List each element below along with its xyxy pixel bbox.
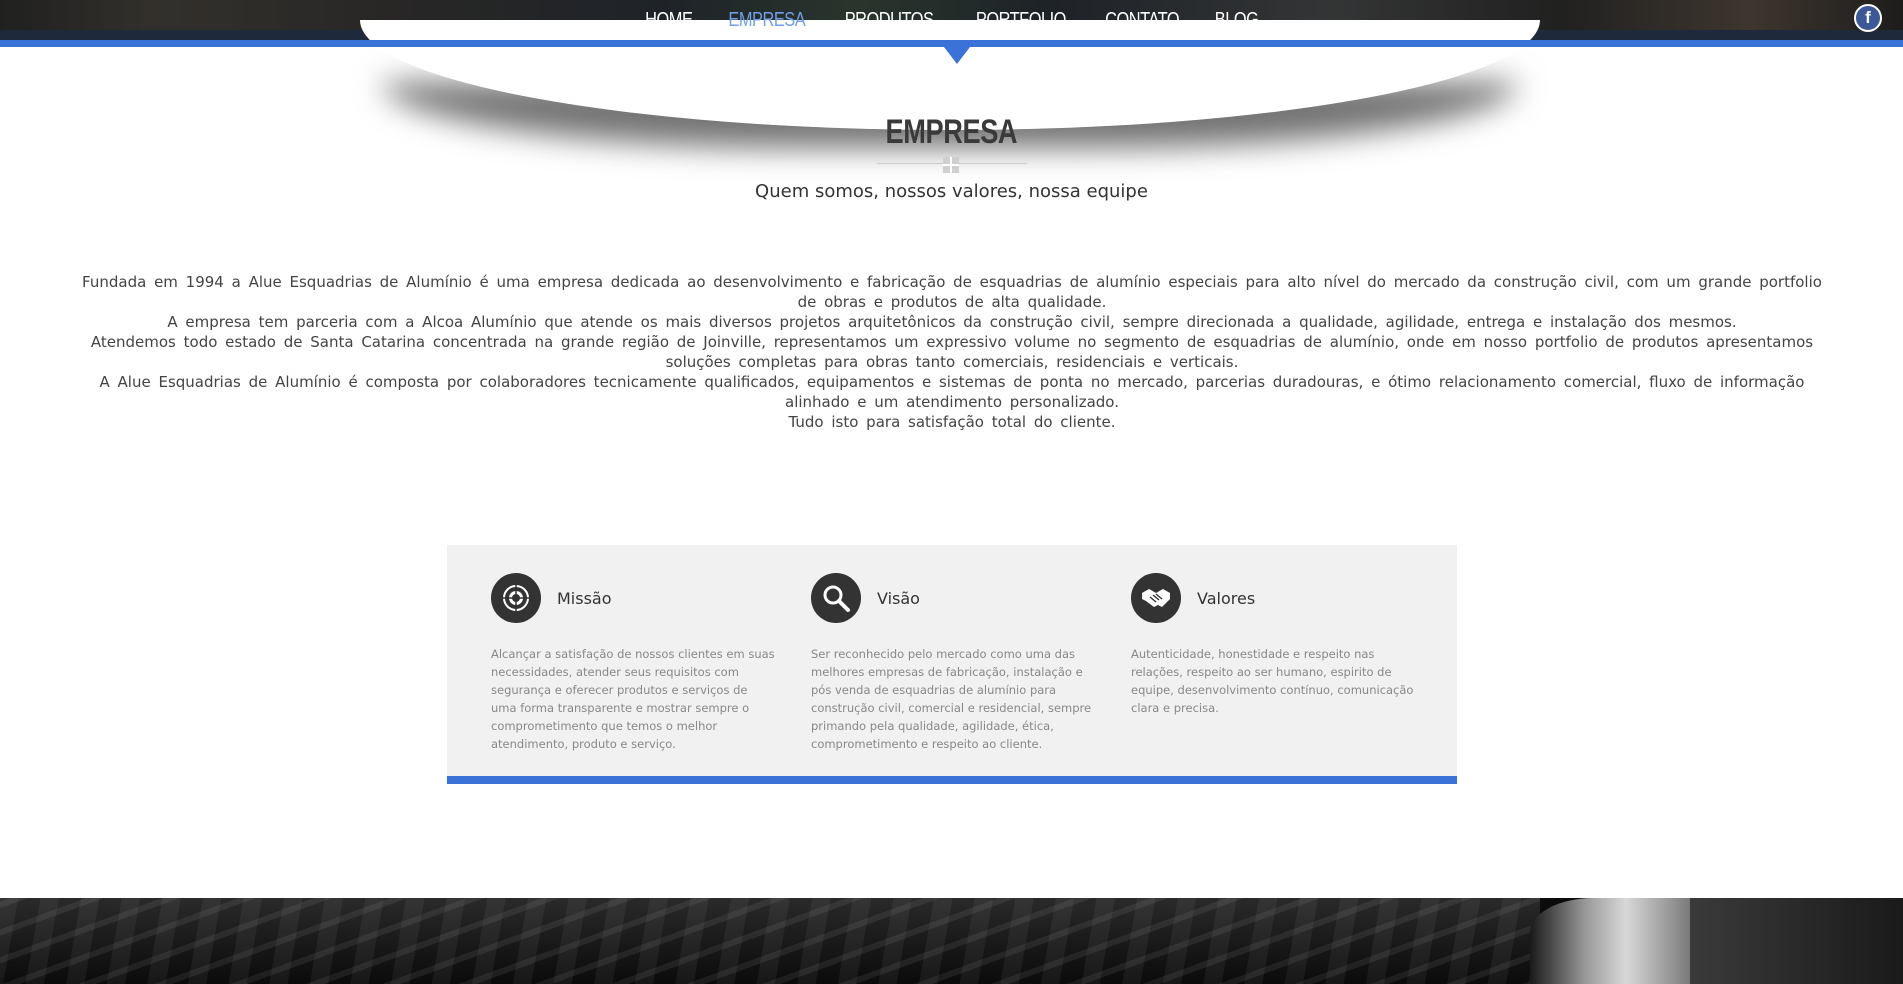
feature-visao: Visão Ser reconhecido pelo mercado como … xyxy=(811,573,1096,753)
search-icon xyxy=(811,573,861,623)
feature-title: Missão xyxy=(557,588,612,608)
nav-item-home[interactable]: HOME xyxy=(645,6,693,34)
header-accent-line xyxy=(0,40,1903,47)
nav-item-produtos[interactable]: PRODUTOS xyxy=(845,6,934,34)
nav-item-empresa[interactable]: EMPRESA xyxy=(728,6,805,34)
description-paragraph: Tudo isto para satisfação total do clien… xyxy=(788,413,1116,431)
feature-missao: Missão Alcançar a satisfação de nossos c… xyxy=(491,573,776,753)
feature-title: Valores xyxy=(1197,588,1256,608)
nav-item-portfolio[interactable]: PORTFOLIO xyxy=(975,6,1066,34)
feature-valores: Valores Autenticidade, honestidade e res… xyxy=(1131,573,1416,717)
nav-item-blog[interactable]: BLOG xyxy=(1214,6,1258,34)
feature-text: Alcançar a satisfação de nossos clientes… xyxy=(491,647,775,751)
description-paragraph: A Alue Esquadrias de Alumínio é composta… xyxy=(99,373,1805,411)
facebook-icon[interactable]: f xyxy=(1854,4,1882,32)
main-nav: HOME EMPRESA PRODUTOS PORTFOLIO CONTATO … xyxy=(0,6,1903,34)
active-nav-indicator xyxy=(944,47,970,64)
feature-title: Visão xyxy=(877,588,920,608)
description-paragraph: Fundada em 1994 a Alue Esquadrias de Alu… xyxy=(82,273,1822,311)
feature-text: Ser reconhecido pelo mercado como uma da… xyxy=(811,647,1092,751)
target-icon xyxy=(491,573,541,623)
nav-item-contato[interactable]: CONTATO xyxy=(1106,6,1180,34)
handshake-icon xyxy=(1131,573,1181,623)
footer-background-photo xyxy=(0,898,1903,984)
page-title: EMPRESA xyxy=(885,113,1018,151)
page-subtitle: Quem somos, nossos valores, nossa equipe xyxy=(755,181,1148,202)
values-panel: Missão Alcançar a satisfação de nossos c… xyxy=(447,545,1457,784)
description-paragraph: Atendemos todo estado de Santa Catarina … xyxy=(90,333,1814,371)
grid-icon xyxy=(943,157,959,173)
description-paragraph: A empresa tem parceria com a Alcoa Alumí… xyxy=(167,313,1737,331)
company-description: Fundada em 1994 a Alue Esquadrias de Alu… xyxy=(82,272,1822,432)
feature-text: Autenticidade, honestidade e respeito na… xyxy=(1131,647,1414,715)
